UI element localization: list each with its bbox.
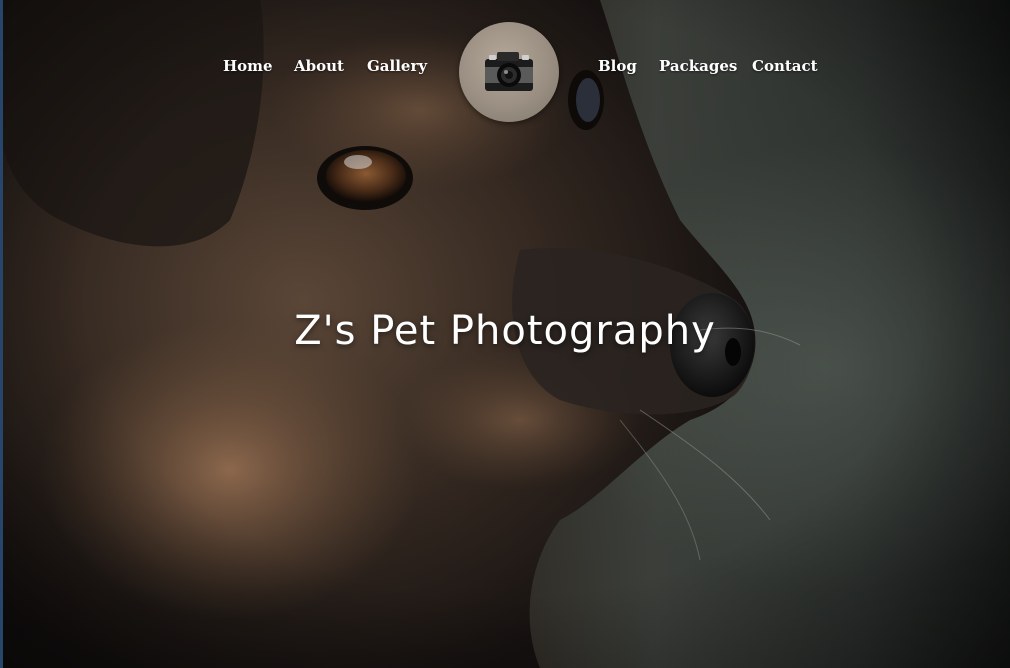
nav-link-gallery[interactable]: Gallery — [367, 57, 427, 75]
nav-link-home[interactable]: Home — [223, 57, 273, 75]
nav-link-about[interactable]: About — [294, 57, 344, 75]
site-title: Z's Pet Photography — [294, 308, 716, 354]
nav-link-packages[interactable]: Packages — [659, 57, 737, 75]
hero-section: Home About Gallery Blog Packages Contact… — [0, 0, 1010, 668]
main-navigation: Home About Gallery Blog Packages Contact — [0, 22, 1010, 122]
nav-link-contact[interactable]: Contact — [752, 57, 818, 75]
camera-icon — [485, 52, 533, 91]
nav-link-blog[interactable]: Blog — [598, 57, 637, 75]
site-logo[interactable] — [459, 22, 559, 122]
